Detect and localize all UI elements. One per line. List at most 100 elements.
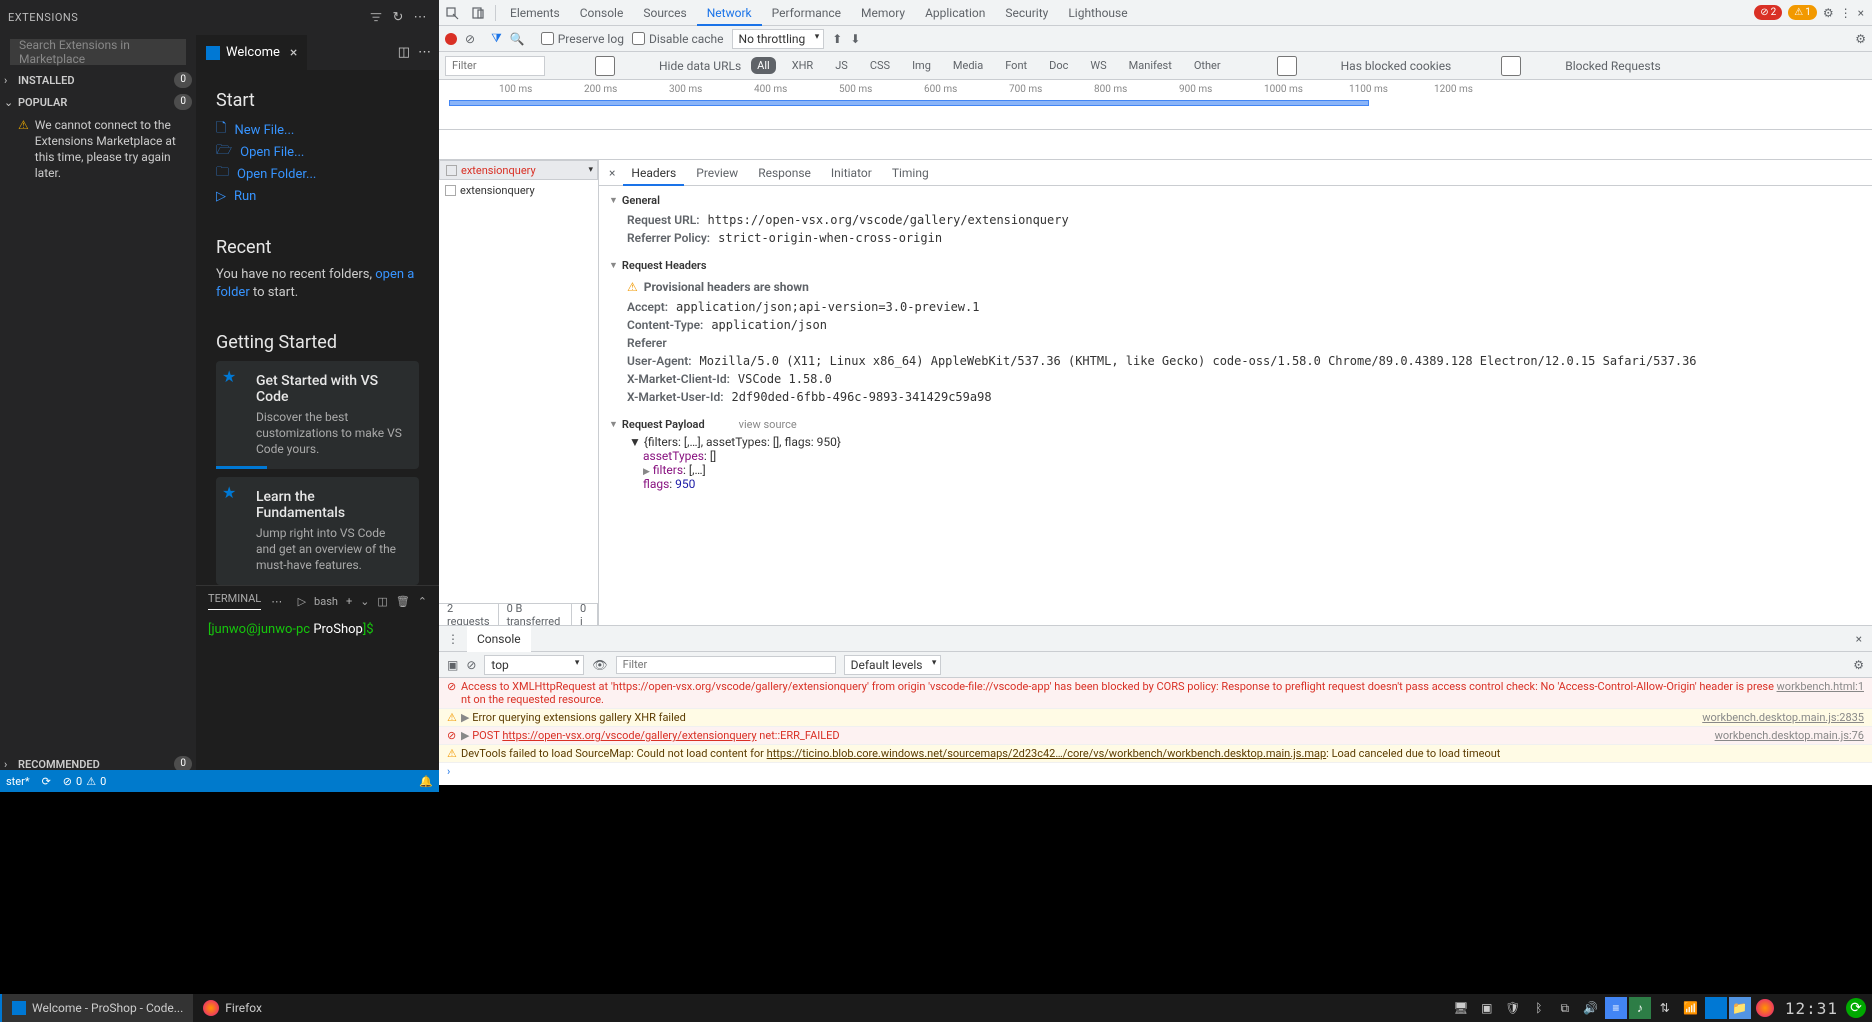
console-level-select[interactable]: Default levels [844,655,942,675]
new-file-link[interactable]: 🗋New File... [216,119,419,141]
run-link[interactable]: ▷Run [216,185,419,207]
terminal-chevron-up-icon[interactable]: ⌃ [418,595,427,608]
filter-manifest[interactable]: Manifest [1123,57,1178,74]
search-icon[interactable]: 🔍 [510,32,525,46]
network-settings-icon[interactable]: ⚙ [1855,32,1866,46]
download-icon[interactable]: ⬇ [850,32,860,46]
initiator-tab[interactable]: Initiator [823,160,880,186]
taskbar-app-vscode[interactable]: Welcome - ProShop - Code... [0,994,193,1022]
application-tab[interactable]: Application [915,0,995,26]
timing-tab[interactable]: Timing [884,160,937,186]
warning-count-badge[interactable]: ⚠1 [1788,5,1817,20]
console-clear-icon[interactable]: ⊘ [466,658,476,672]
open-file-link[interactable]: 🗁Open File... [216,141,419,163]
network-overview[interactable]: 100 ms 200 ms 300 ms 400 ms 500 ms 600 m… [439,80,1872,130]
filter-img[interactable]: Img [906,57,937,74]
filter-media[interactable]: Media [947,57,989,74]
tray-files-icon[interactable]: 📁 [1729,997,1751,1019]
terminal-tab[interactable]: TERMINAL [208,592,261,610]
terminal-body[interactable]: [junwo@junwo-pc ProShop]$ [196,616,439,643]
terminal-more-icon[interactable]: ⋯ [271,595,282,608]
console-tab[interactable]: Console [570,0,634,26]
console-sidebar-icon[interactable]: ▣ [447,658,458,672]
filter-icon[interactable] [365,7,387,29]
security-tab[interactable]: Security [995,0,1058,26]
disable-cache-checkbox[interactable]: Disable cache [632,32,724,46]
elements-tab[interactable]: Elements [500,0,570,26]
network-filter-input[interactable] [445,56,545,76]
console-context-select[interactable]: top [484,655,584,675]
filter-xhr[interactable]: XHR [786,57,820,74]
tray-desktop-icon[interactable]: 🖥 [1449,996,1473,1020]
tray-network-icon[interactable]: ⧉ [1553,996,1577,1020]
filter-ws[interactable]: WS [1084,57,1112,74]
preserve-log-checkbox[interactable]: Preserve log [541,32,624,46]
headers-tab[interactable]: Headers [623,160,684,186]
terminal-shell-name[interactable]: bash [314,595,338,608]
search-input[interactable]: Search Extensions in Marketplace [10,39,186,65]
popular-section[interactable]: ⌄ POPULAR 0 [0,91,196,113]
console-settings-icon[interactable]: ⚙ [1853,658,1864,672]
memory-tab[interactable]: Memory [851,0,915,26]
lighthouse-tab[interactable]: Lighthouse [1058,0,1137,26]
taskbar-app-firefox[interactable]: Firefox [193,994,272,1022]
response-tab[interactable]: Response [750,160,819,186]
refresh-icon[interactable]: ↻ [387,7,409,29]
installed-section[interactable]: › INSTALLED 0 [0,69,196,91]
console-prompt[interactable]: › [439,763,1872,780]
tray-power-icon[interactable]: ⟳ [1846,998,1866,1018]
fundamentals-card[interactable]: ★ Learn the Fundamentals Jump right into… [216,477,419,585]
clear-icon[interactable]: ⊘ [465,32,475,46]
blocked-requests-checkbox[interactable]: Blocked Requests [1461,56,1660,76]
tray-usb-icon[interactable]: ⇅ [1653,996,1677,1020]
inspect-icon[interactable] [439,0,465,26]
terminal-shell-icon[interactable]: ▷ [298,595,306,608]
console-filter-input[interactable] [616,656,836,674]
tray-bluetooth-icon[interactable]: ᛒ [1527,996,1551,1020]
welcome-tab[interactable]: Welcome × [196,35,307,70]
problems-status[interactable]: ⊘ 0 ⚠ 0 [57,775,112,788]
throttling-select[interactable]: No throttling [732,29,825,49]
terminal-trash-icon[interactable]: 🗑 [396,595,410,608]
console-drawer-tab[interactable]: Console [467,626,531,652]
tray-vscode-icon[interactable] [1705,997,1727,1019]
tray-terminal-icon[interactable]: ▣ [1475,996,1499,1020]
tray-wifi-icon[interactable]: 📶 [1679,996,1703,1020]
devtools-close-icon[interactable]: × [1858,6,1864,20]
open-folder-link[interactable]: 🗀Open Folder... [216,163,419,185]
taskbar-clock[interactable]: 12:31 [1779,999,1844,1018]
more-icon[interactable]: ⋯ [409,7,431,29]
filter-js[interactable]: JS [829,57,854,74]
settings-icon[interactable]: ⚙ [1823,6,1834,20]
terminal-add-icon[interactable]: + [346,595,352,608]
request-row[interactable]: extensionquery [439,160,598,180]
request-row[interactable]: extensionquery [439,180,598,200]
status-bar[interactable]: ster* ⟳ ⊘ 0 ⚠ 0 🔔 [0,770,439,792]
bell-icon[interactable]: 🔔 [413,775,439,788]
sources-tab[interactable]: Sources [633,0,696,26]
branch-status[interactable]: ster* [0,775,36,788]
tray-volume-icon[interactable]: 🔊 [1579,996,1603,1020]
console-body[interactable]: ⊘Access to XMLHttpRequest at 'https://op… [439,678,1872,785]
sync-status[interactable]: ⟳ [36,775,57,788]
terminal-split-icon[interactable]: ◫ [377,595,387,608]
drawer-close-icon[interactable]: × [1846,632,1872,646]
network-tab[interactable]: Network [697,0,762,26]
filter-doc[interactable]: Doc [1043,57,1074,74]
terminal-dropdown-icon[interactable]: ⌄ [360,595,369,608]
device-icon[interactable] [465,0,491,26]
preview-tab[interactable]: Preview [688,160,746,186]
hide-data-urls-checkbox[interactable]: Hide data URLs [555,56,741,76]
filter-font[interactable]: Font [999,57,1033,74]
error-count-badge[interactable]: ⊘2 [1754,5,1782,20]
filter-all[interactable]: All [751,57,776,74]
split-icon[interactable]: ◫ [398,45,410,60]
network-waterfall-body[interactable] [439,130,1872,160]
filter-other[interactable]: Other [1188,57,1227,74]
blocked-cookies-checkbox[interactable]: Has blocked cookies [1237,56,1452,76]
tray-music-icon[interactable]: ♪ [1629,997,1651,1019]
filter-toggle-icon[interactable]: ⧩ [491,31,502,46]
tray-notes-icon[interactable]: ≡ [1605,997,1627,1019]
console-eye-icon[interactable]: 👁 [592,658,607,672]
filter-css[interactable]: CSS [864,57,896,74]
